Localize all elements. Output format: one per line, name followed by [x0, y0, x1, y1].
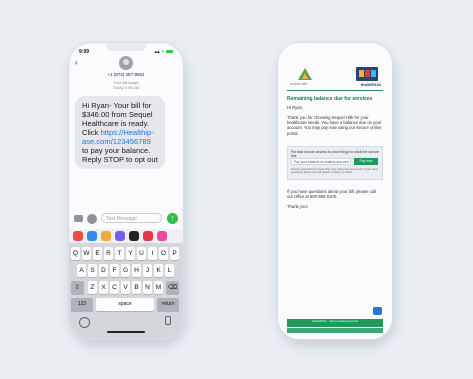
photos-app-icon[interactable] — [73, 231, 83, 241]
key-j[interactable]: J — [143, 264, 152, 277]
applepay-app-icon[interactable] — [129, 231, 139, 241]
search-app-icon[interactable] — [143, 231, 153, 241]
key-d[interactable]: D — [99, 264, 108, 277]
key-p[interactable]: P — [170, 247, 179, 260]
key-i[interactable]: I — [148, 247, 157, 260]
key-l[interactable]: L — [165, 264, 174, 277]
payment-fine-print: Protect yourself from fraud. Pay only us… — [291, 167, 378, 175]
appstore-app-icon[interactable] — [87, 231, 97, 241]
header-divider — [287, 90, 383, 91]
keyboard-row-3: ⇧ Z X C V B N M ⌫ — [71, 281, 181, 294]
email-footer: HealthiPASS · Secure patient payments — [287, 319, 383, 327]
healthipass-logo-icon — [356, 67, 378, 81]
contact-number[interactable]: +1 (872) 257-9601 — [69, 72, 183, 77]
incoming-message-bubble: Hi Ryan- Your bill for $346.00 from Sequ… — [75, 96, 165, 169]
email-paragraph-2: If you have questions about your bill, p… — [287, 189, 376, 200]
home-indicator — [107, 331, 145, 333]
payment-box-header: For fast secure access to your bill go t… — [291, 150, 380, 158]
email-greeting: Hi Ryan, — [287, 105, 304, 110]
key-e[interactable]: E — [93, 247, 102, 260]
microphone-icon[interactable] — [165, 316, 171, 325]
app-store-icon[interactable] — [87, 214, 97, 224]
footer-text: HealthiPASS · Secure patient payments — [312, 320, 358, 323]
compose-row: Text Message ↑ — [74, 213, 178, 225]
email-view: sequel hlth HealthiPASS Remaining balanc… — [278, 43, 392, 339]
keyboard-row-2: A S D F G H J K L — [71, 264, 181, 277]
sms-phone: 9:09 ▴▴ ◔ ‹ +1 (872) 257-9601 Text Messa… — [68, 42, 184, 340]
keyboard-row-4: 123 space return — [71, 298, 181, 311]
signal-wifi-battery-icon: ▴▴ ◔ — [155, 49, 173, 55]
emoji-icon[interactable] — [79, 317, 90, 328]
pay-now-button[interactable]: Pay now — [354, 158, 378, 165]
logo-block-yellow — [359, 70, 364, 77]
key-z[interactable]: Z — [88, 281, 97, 294]
email-title: Remaining balance due for services — [287, 96, 373, 102]
key-k[interactable]: K — [154, 264, 163, 277]
payment-link-field[interactable]: Pay your balance at healthip.ase.com — [291, 158, 351, 165]
key-r[interactable]: R — [104, 247, 113, 260]
logo-block-red — [365, 70, 370, 77]
payment-box: For fast secure access to your bill go t… — [287, 146, 383, 180]
memoji-app-icon[interactable] — [101, 231, 111, 241]
key-q[interactable]: Q — [71, 247, 80, 260]
chat-support-icon[interactable] — [373, 307, 382, 315]
key-t[interactable]: T — [115, 247, 124, 260]
message-meta: Text Message Today 8:58 AM — [69, 80, 183, 90]
key-c[interactable]: C — [110, 281, 119, 294]
key-y[interactable]: Y — [126, 247, 135, 260]
send-arrow-icon[interactable]: ↑ — [167, 213, 178, 224]
key-m[interactable]: M — [154, 281, 163, 294]
key-b[interactable]: B — [132, 281, 141, 294]
status-time: 9:09 — [79, 49, 90, 55]
key-n[interactable]: N — [143, 281, 152, 294]
message-timestamp: Today 8:58 AM — [112, 85, 140, 90]
email-signoff: Thank you! — [287, 204, 308, 209]
message-text-end: to pay your balance. Reply STOP to opt o… — [82, 146, 158, 164]
key-v[interactable]: V — [121, 281, 130, 294]
key-g[interactable]: G — [121, 264, 130, 277]
space-key[interactable]: space — [96, 298, 154, 311]
imessage-app-strip — [69, 229, 183, 243]
back-chevron-icon[interactable]: ‹ — [75, 58, 78, 67]
key-a[interactable]: A — [77, 264, 86, 277]
sequel-brand-text: sequel hlth — [290, 82, 308, 86]
sequel-logo-icon — [298, 68, 312, 80]
keyboard-row-1: Q W E R T Y U I O P — [71, 247, 181, 260]
animoji-app-icon[interactable] — [115, 231, 125, 241]
numbers-key[interactable]: 123 — [71, 298, 93, 311]
backspace-icon[interactable]: ⌫ — [166, 281, 179, 294]
key-s[interactable]: S — [88, 264, 97, 277]
camera-icon[interactable] — [74, 215, 83, 222]
music-app-icon[interactable] — [157, 231, 167, 241]
key-o[interactable]: O — [159, 247, 168, 260]
return-key[interactable]: return — [157, 298, 179, 311]
shift-icon[interactable]: ⇧ — [71, 281, 84, 294]
key-u[interactable]: U — [137, 247, 146, 260]
key-w[interactable]: W — [82, 247, 91, 260]
healthipass-brand-text: HealthiPASS — [360, 83, 381, 87]
battery-icon — [166, 49, 173, 54]
key-f[interactable]: F — [110, 264, 119, 277]
contact-avatar[interactable] — [119, 56, 133, 70]
email-footer-bar — [287, 328, 383, 333]
message-input[interactable]: Text Message — [101, 213, 162, 223]
email-phone: sequel hlth HealthiPASS Remaining balanc… — [277, 42, 393, 340]
key-h[interactable]: H — [132, 264, 141, 277]
email-paragraph-1: Thank you for choosing Sequel Hlth for y… — [287, 115, 382, 136]
showcase-background: 9:09 ▴▴ ◔ ‹ +1 (872) 257-9601 Text Messa… — [0, 0, 473, 379]
key-x[interactable]: X — [99, 281, 108, 294]
logo-block-blue — [371, 70, 376, 77]
